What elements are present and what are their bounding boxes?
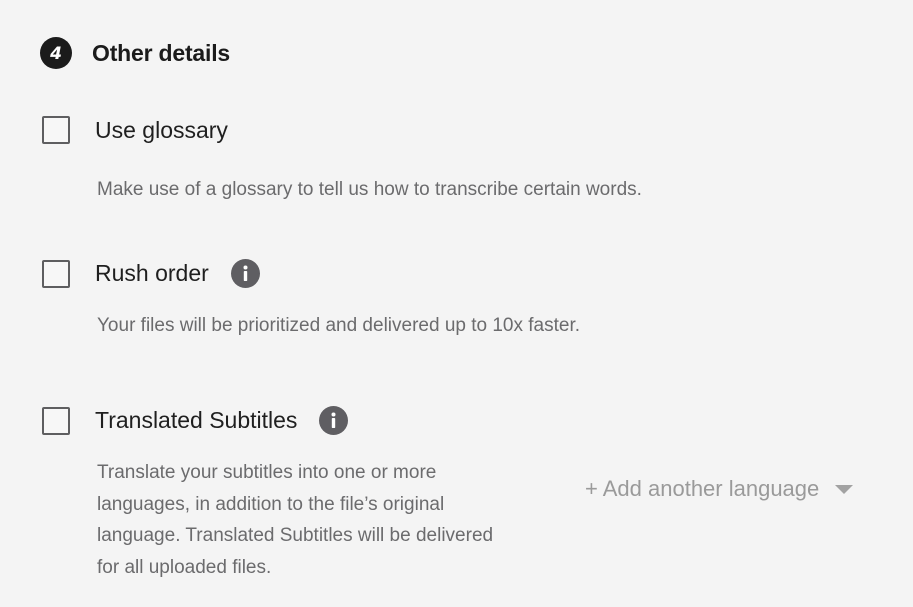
description-line: Translate your subtitles into one or mor… [97, 462, 437, 483]
info-icon[interactable] [319, 406, 349, 435]
use-glossary-checkbox[interactable] [42, 116, 70, 144]
add-language-label[interactable]: + Add another language [585, 476, 819, 502]
use-glossary-label[interactable]: Use glossary [95, 117, 228, 144]
description-line: languages, in addition to the file’s ori… [97, 493, 445, 515]
add-language-dropdown[interactable]: + Add another language [585, 476, 854, 502]
rush-order-description: Your files will be prioritized and deliv… [97, 315, 581, 336]
info-icon[interactable] [230, 259, 260, 288]
description-line: for all uploaded files. [97, 556, 272, 578]
step-number-badge: 4 [40, 37, 72, 69]
translated-subtitles-label[interactable]: Translated Subtitles [95, 407, 297, 434]
rush-order-label[interactable]: Rush order [95, 260, 209, 287]
option-use-glossary: Use glossary [42, 116, 228, 144]
option-translated-subtitles: Translated Subtitles [42, 406, 349, 435]
description-line: language. Translated Subtitles will be d… [97, 525, 494, 546]
translated-subtitles-description: Translate your subtitles into one or mor… [97, 457, 493, 583]
chevron-down-icon[interactable] [835, 484, 854, 494]
section-title: Other details [92, 39, 230, 66]
translated-subtitles-checkbox[interactable] [42, 406, 70, 435]
use-glossary-description: Make use of a glossary to tell us how to… [97, 179, 642, 200]
option-rush-order: Rush order [42, 259, 260, 288]
section-header: 4 Other details [40, 37, 230, 69]
rush-order-checkbox[interactable] [42, 259, 70, 288]
